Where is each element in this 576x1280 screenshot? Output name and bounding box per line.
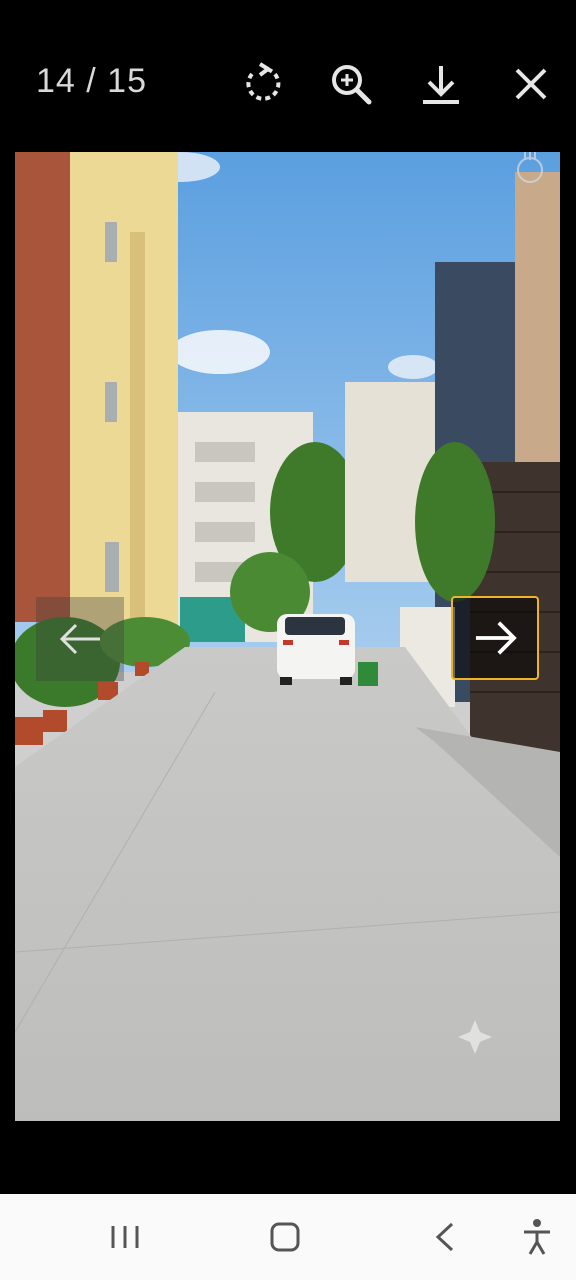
- accessibility-icon: [524, 1219, 550, 1255]
- download-icon: [423, 66, 459, 104]
- arrow-left-icon: [59, 623, 100, 655]
- zoom-in-button[interactable]: [327, 60, 375, 108]
- system-navigation-bar: [0, 1194, 576, 1280]
- back-icon: [435, 1222, 454, 1252]
- rotate-button[interactable]: [238, 60, 286, 108]
- back-button[interactable]: [420, 1212, 470, 1262]
- viewer-toolbar: 14 / 15: [0, 0, 576, 150]
- accessibility-button[interactable]: [512, 1212, 562, 1262]
- arrow-right-icon: [475, 621, 517, 655]
- close-icon: [515, 68, 547, 100]
- previous-image-button[interactable]: [36, 597, 124, 681]
- zoom-in-icon: [332, 65, 372, 105]
- home-icon: [270, 1222, 300, 1252]
- recent-apps-icon: [111, 1226, 139, 1248]
- rotate-icon: [246, 62, 281, 101]
- recent-apps-button[interactable]: [100, 1212, 150, 1262]
- image-counter: 14 / 15: [36, 62, 147, 100]
- close-button[interactable]: [507, 60, 555, 108]
- download-button[interactable]: [417, 60, 465, 108]
- next-image-button[interactable]: [451, 596, 539, 680]
- home-button[interactable]: [260, 1212, 310, 1262]
